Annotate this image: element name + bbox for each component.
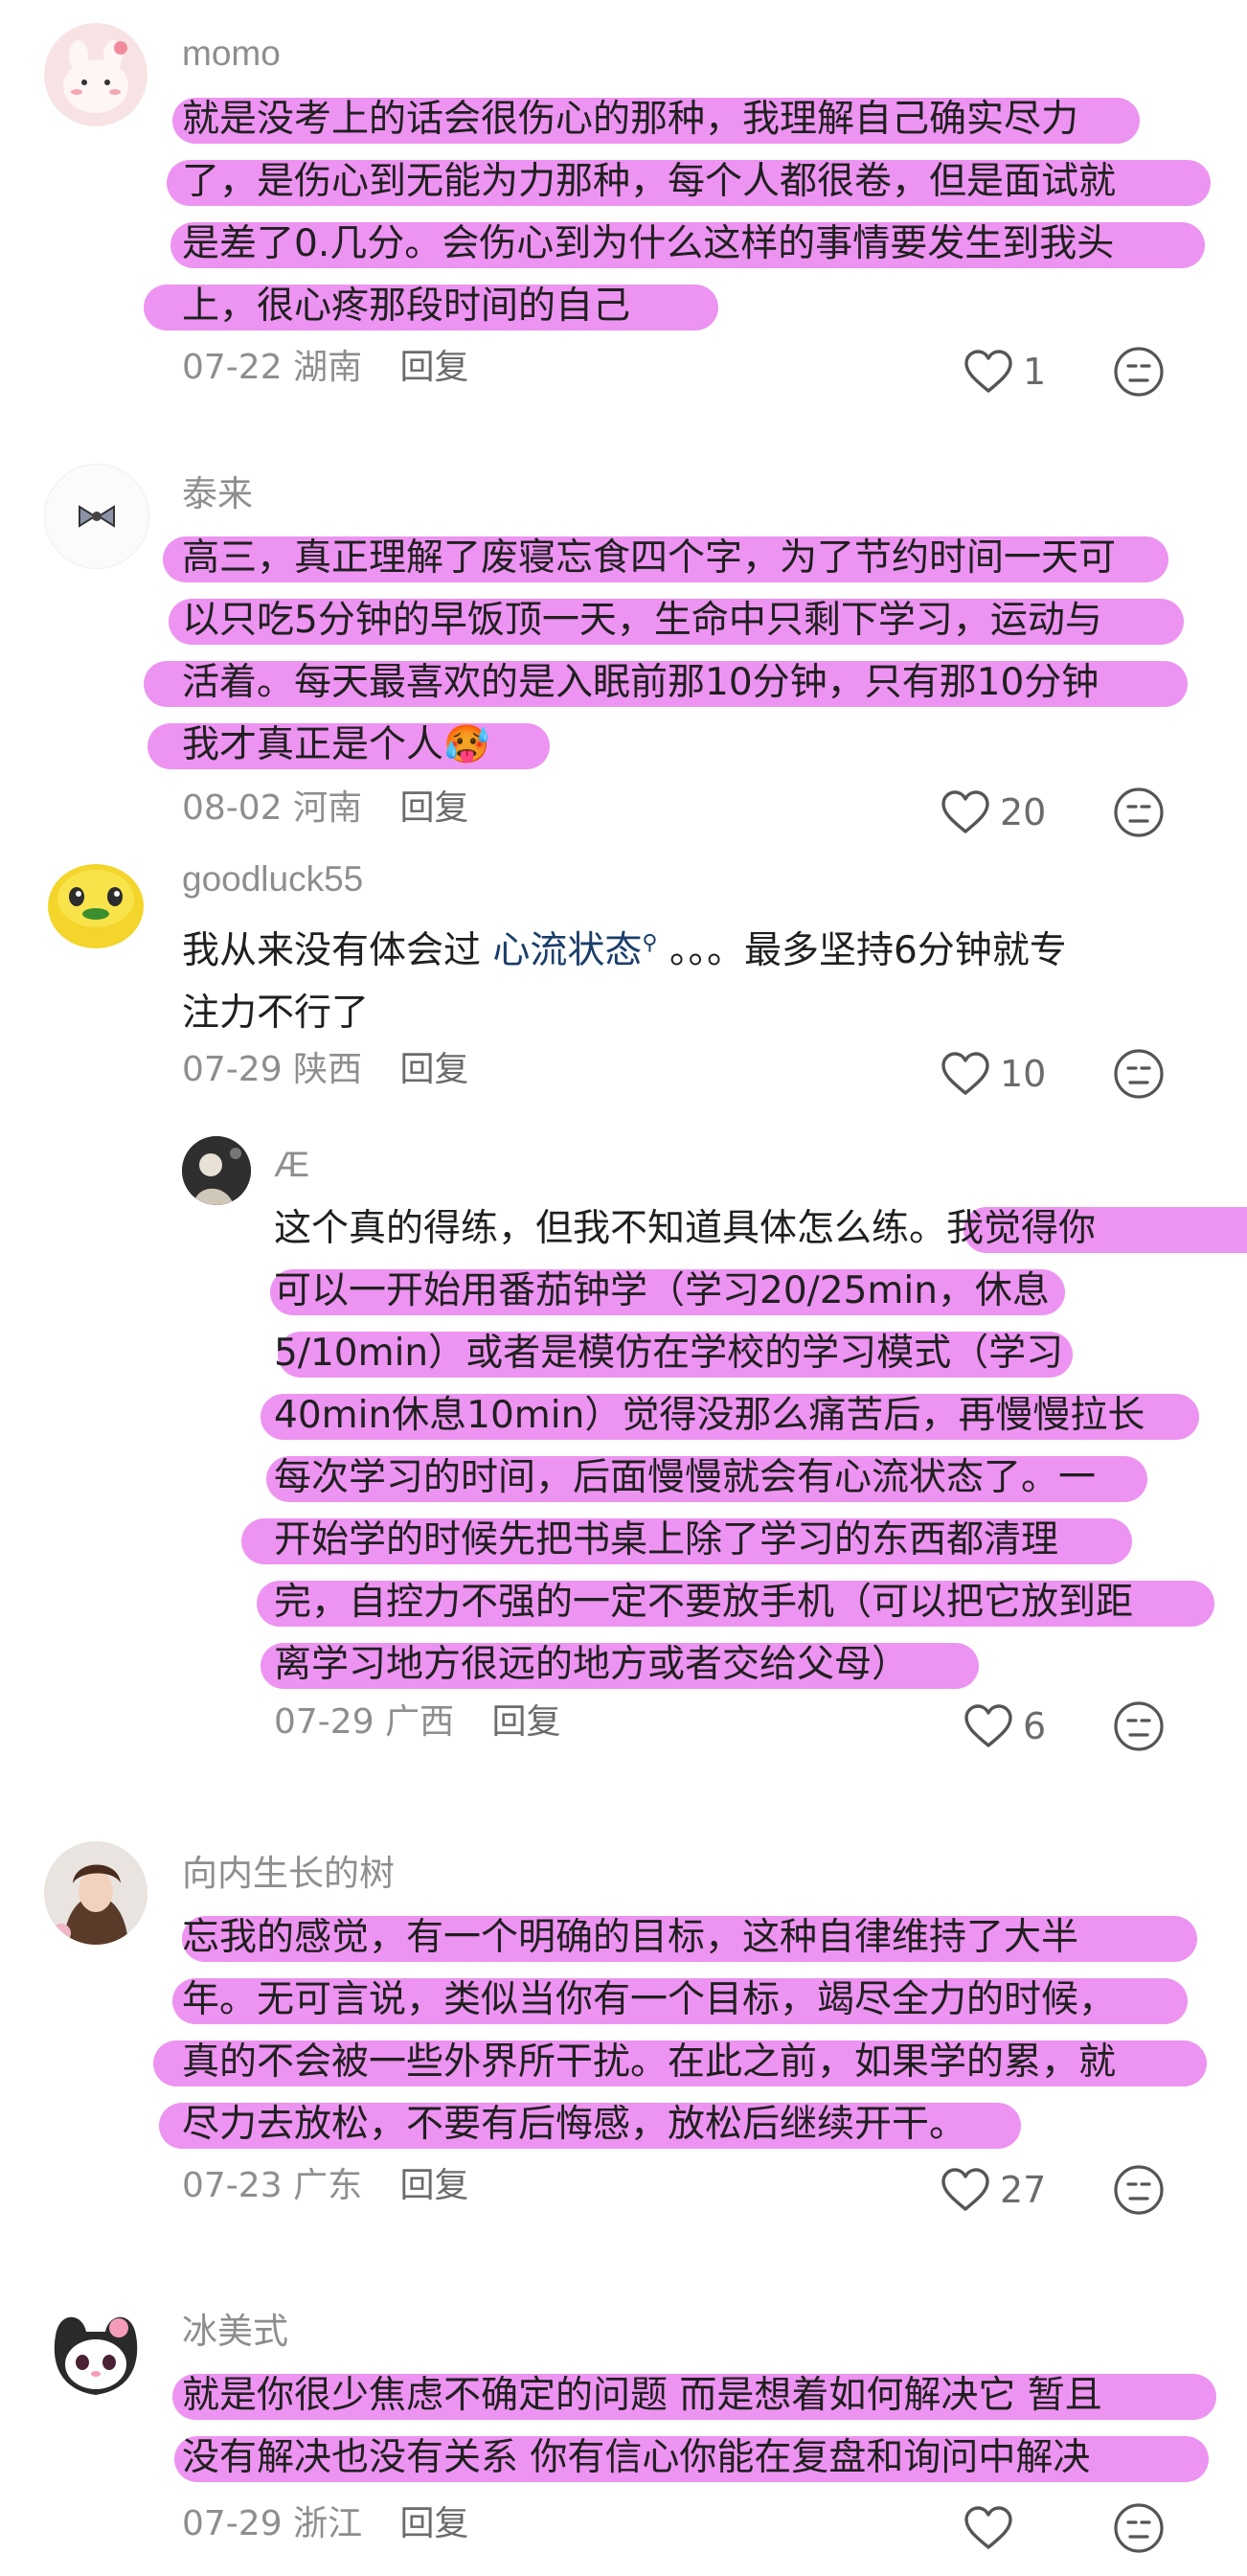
comment-date: 07-23 [182, 2166, 283, 2205]
comment-meta: 07-23 广东 回复 [182, 2165, 469, 2207]
like-button[interactable]: 20 [941, 787, 1046, 837]
avatar[interactable] [44, 23, 147, 126]
reply-button[interactable]: 回复 [400, 2166, 469, 2205]
like-count: 10 [1000, 1053, 1047, 1095]
heart-outline-icon [964, 350, 1012, 393]
comment-line: 就是你很少焦虑不确定的问题 而是想着如何解决它 暂且 [182, 2374, 1102, 2417]
comment-line-text: 。。。最多坚持6分钟就专 [657, 929, 1067, 972]
comment-line: 完，自控力不强的一定不要放手机（可以把它放到距 [274, 1581, 1134, 1624]
reply-button[interactable]: 回复 [400, 348, 469, 387]
comment-line: 40min休息10min）觉得没那么痛苦后，再慢慢拉长 [274, 1394, 1145, 1437]
username[interactable]: 冰美式 [182, 2311, 288, 2353]
heart-outline-icon [941, 2168, 989, 2211]
hot-face-emoji: 🥵 [443, 723, 490, 766]
avatar[interactable] [44, 464, 149, 569]
search-icon: ⚲ [642, 931, 658, 955]
comment-line: 年。无可言说，类似当你有一个目标，竭尽全力的时候， [182, 1978, 1117, 2021]
comment-meta: 08-02 河南 回复 [182, 787, 469, 830]
neutral-face-icon[interactable] [1113, 1700, 1165, 1752]
comment-meta: 07-29 浙江 回复 [182, 2503, 469, 2545]
like-button[interactable]: 1 [964, 347, 1046, 397]
comment-date: 07-29 [274, 1702, 374, 1742]
comment-line: 我从来没有体会过 心流状态⚲ 。。。最多坚持6分钟就专 [182, 929, 1067, 972]
comment-line: 高三，真正理解了废寝忘食四个字，为了节约时间一天可 [182, 536, 1117, 580]
comment-text: 这个真的得练，但我不知道具体怎么练。我觉得你 可以一开始用番茄钟学（学习20/2… [241, 1197, 1247, 1696]
comment-date: 07-29 [182, 2504, 283, 2543]
like-button[interactable]: 6 [964, 1701, 1046, 1751]
comment-line: 这个真的得练，但我不知道具体怎么练。我觉得你 [274, 1207, 1097, 1250]
comment-text: 忘我的感觉，有一个明确的目标，这种自律维持了大半 年。无可言说，类似当你有一个目… [153, 1906, 1207, 2155]
reply-button[interactable]: 回复 [400, 788, 469, 828]
neutral-face-icon[interactable] [1113, 2502, 1165, 2554]
like-count: 27 [1000, 2169, 1047, 2211]
comment-location: 浙江 [293, 2504, 363, 2543]
like-count: 6 [1023, 1705, 1047, 1747]
username[interactable]: 泰来 [182, 473, 253, 515]
comment-text: 我从来没有体会过 心流状态⚲ 。。。最多坚持6分钟就专 注力不行了 [182, 912, 1067, 1044]
comment-line-text: 我才真正是个人 [182, 723, 444, 766]
comment-line: 真的不会被一些外界所干扰。在此之前，如果学的累，就 [182, 2040, 1117, 2084]
comment-line: 上，很心疼那段时间的自己 [182, 285, 631, 328]
comment-line: 我才真正是个人🥵 [182, 723, 490, 766]
username[interactable]: Æ [274, 1144, 309, 1186]
comment-date: 08-02 [182, 788, 283, 828]
comment-meta: 07-29 陕西 回复 [182, 1049, 469, 1091]
comment-line: 可以一开始用番茄钟学（学习20/25min，休息 [274, 1269, 1050, 1312]
comment-location: 陕西 [293, 1050, 363, 1089]
comment-text: 就是你很少焦虑不确定的问题 而是想着如何解决它 暂且 没有解决也没有关系 你有信… [172, 2364, 1216, 2489]
comment-location: 广东 [293, 2166, 363, 2205]
like-button[interactable]: 27 [941, 2165, 1046, 2215]
comment-line: 了，是伤心到无能为力那种，每个人都很卷，但是面试就 [182, 160, 1117, 203]
comment-text: 就是没考上的话会很伤心的那种，我理解自己确实尽力 了，是伤心到无能为力那种，每个… [144, 88, 1211, 337]
like-button[interactable] [964, 2503, 1023, 2553]
neutral-face-icon[interactable] [1113, 1048, 1165, 1100]
like-count: 1 [1023, 351, 1047, 393]
comment-location: 广西 [385, 1702, 455, 1742]
neutral-face-icon[interactable] [1113, 786, 1165, 838]
comment-text: 高三，真正理解了废寝忘食四个字，为了节约时间一天可 以只吃5分钟的早饭顶一天，生… [144, 527, 1188, 776]
comment-line: 离学习地方很远的地方或者交给父母） [274, 1643, 910, 1686]
avatar[interactable] [182, 1136, 251, 1205]
neutral-face-icon[interactable] [1113, 346, 1165, 398]
heart-outline-icon [941, 790, 989, 833]
reply-button[interactable]: 回复 [400, 1050, 469, 1089]
avatar[interactable] [44, 2303, 147, 2406]
comment-line: 忘我的感觉，有一个明确的目标，这种自律维持了大半 [182, 1916, 1079, 1959]
reply-button[interactable]: 回复 [400, 2504, 469, 2543]
comment-line: 是差了0.几分。会伤心到为什么这样的事情要发生到我头 [182, 222, 1115, 265]
comment-line: 每次学习的时间，后面慢慢就会有心流状态了。一 [274, 1456, 1097, 1499]
comment-line: 就是没考上的话会很伤心的那种，我理解自己确实尽力 [182, 98, 1079, 141]
topic-link[interactable]: 心流状态 [492, 929, 642, 972]
comment-meta: 07-22 湖南 回复 [182, 347, 469, 389]
comment-line: 尽力去放松，不要有后悔感，放松后继续开干。 [182, 2103, 967, 2146]
username[interactable]: momo [182, 33, 281, 75]
comment-location: 河南 [293, 788, 363, 828]
like-count: 20 [1000, 791, 1047, 833]
comment-meta: 07-29 广西 回复 [274, 1701, 561, 1744]
comment-line: 以只吃5分钟的早饭顶一天，生命中只剩下学习，运动与 [182, 599, 1102, 642]
avatar[interactable] [44, 851, 147, 954]
username[interactable]: goodluck55 [182, 858, 363, 900]
comment-line: 没有解决也没有关系 你有信心你能在复盘和询问中解决 [182, 2436, 1091, 2479]
avatar[interactable] [44, 1841, 147, 1945]
comment-date: 07-22 [182, 348, 283, 387]
heart-outline-icon [941, 1052, 989, 1095]
like-button[interactable]: 10 [941, 1049, 1046, 1099]
neutral-face-icon[interactable] [1113, 2164, 1165, 2216]
reply-button[interactable]: 回复 [492, 1702, 561, 1742]
username[interactable]: 向内生长的树 [182, 1853, 395, 1895]
heart-outline-icon [964, 2506, 1012, 2549]
heart-outline-icon [964, 1704, 1012, 1747]
comment-line: 注力不行了 [182, 992, 370, 1035]
comment-line: 5/10min）或者是模仿在学校的学习模式（学习 [274, 1332, 1064, 1375]
comment-date: 07-29 [182, 1050, 283, 1089]
comment-line: 开始学的时候先把书桌上除了学习的东西都清理 [274, 1518, 1059, 1562]
comment-line: 活着。每天最喜欢的是入眠前那10分钟，只有那10分钟 [182, 661, 1100, 704]
comment-line-text: 我从来没有体会过 [182, 929, 493, 972]
comment-location: 湖南 [293, 348, 363, 387]
